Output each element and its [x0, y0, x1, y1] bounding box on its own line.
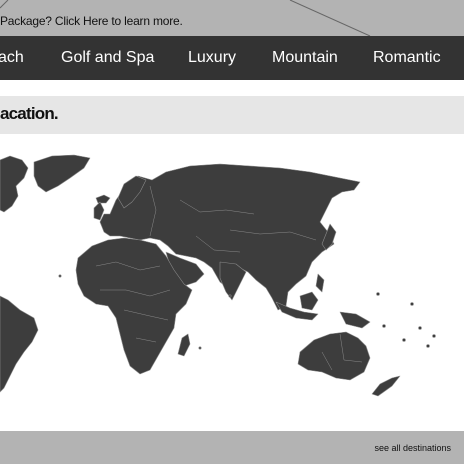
north-america-landmass — [0, 155, 29, 213]
nav-item-beach[interactable]: ach — [0, 49, 24, 67]
destinations-footer: see all destinations — [0, 431, 464, 464]
pacific-island — [402, 338, 406, 342]
world-map-graphic — [0, 154, 436, 397]
borneo-landmass — [299, 291, 319, 311]
pacific-island — [58, 274, 62, 278]
greenland-landmass — [33, 154, 91, 193]
page-margin-bottom — [0, 464, 475, 475]
new-zealand-landmass — [371, 375, 401, 397]
iceland-landmass — [95, 194, 111, 204]
pacific-island — [198, 346, 202, 350]
philippines-landmass — [315, 273, 325, 293]
category-nav: ach Golf and Spa Luxury Mountain Romanti… — [0, 36, 464, 80]
south-america-landmass — [0, 295, 39, 393]
section-heading: acation. — [0, 104, 59, 123]
section-heading-bar: acation. — [0, 96, 464, 134]
nav-item-golf-and-spa[interactable]: Golf and Spa — [61, 49, 154, 67]
page-margin-right — [464, 0, 475, 475]
nav-item-mountain[interactable]: Mountain — [272, 49, 338, 67]
madagascar-landmass — [177, 333, 191, 357]
nav-item-romantic[interactable]: Romantic — [373, 49, 441, 67]
pacific-island — [432, 334, 436, 338]
spacer — [0, 80, 464, 96]
world-map[interactable] — [0, 134, 464, 431]
see-all-destinations-link[interactable]: see all destinations — [374, 443, 451, 453]
pacific-island — [382, 324, 386, 328]
pacific-island — [410, 302, 414, 306]
pacific-island — [418, 326, 422, 330]
pacific-island — [426, 344, 430, 348]
pacific-island — [228, 294, 232, 298]
australia-landmass — [297, 331, 371, 381]
nav-item-luxury[interactable]: Luxury — [188, 49, 236, 67]
promo-link[interactable]: Package? Click Here to learn more. — [0, 14, 183, 28]
new-guinea-landmass — [339, 311, 371, 329]
pacific-island — [376, 292, 380, 296]
promo-banner[interactable]: Package? Click Here to learn more. — [0, 0, 464, 36]
